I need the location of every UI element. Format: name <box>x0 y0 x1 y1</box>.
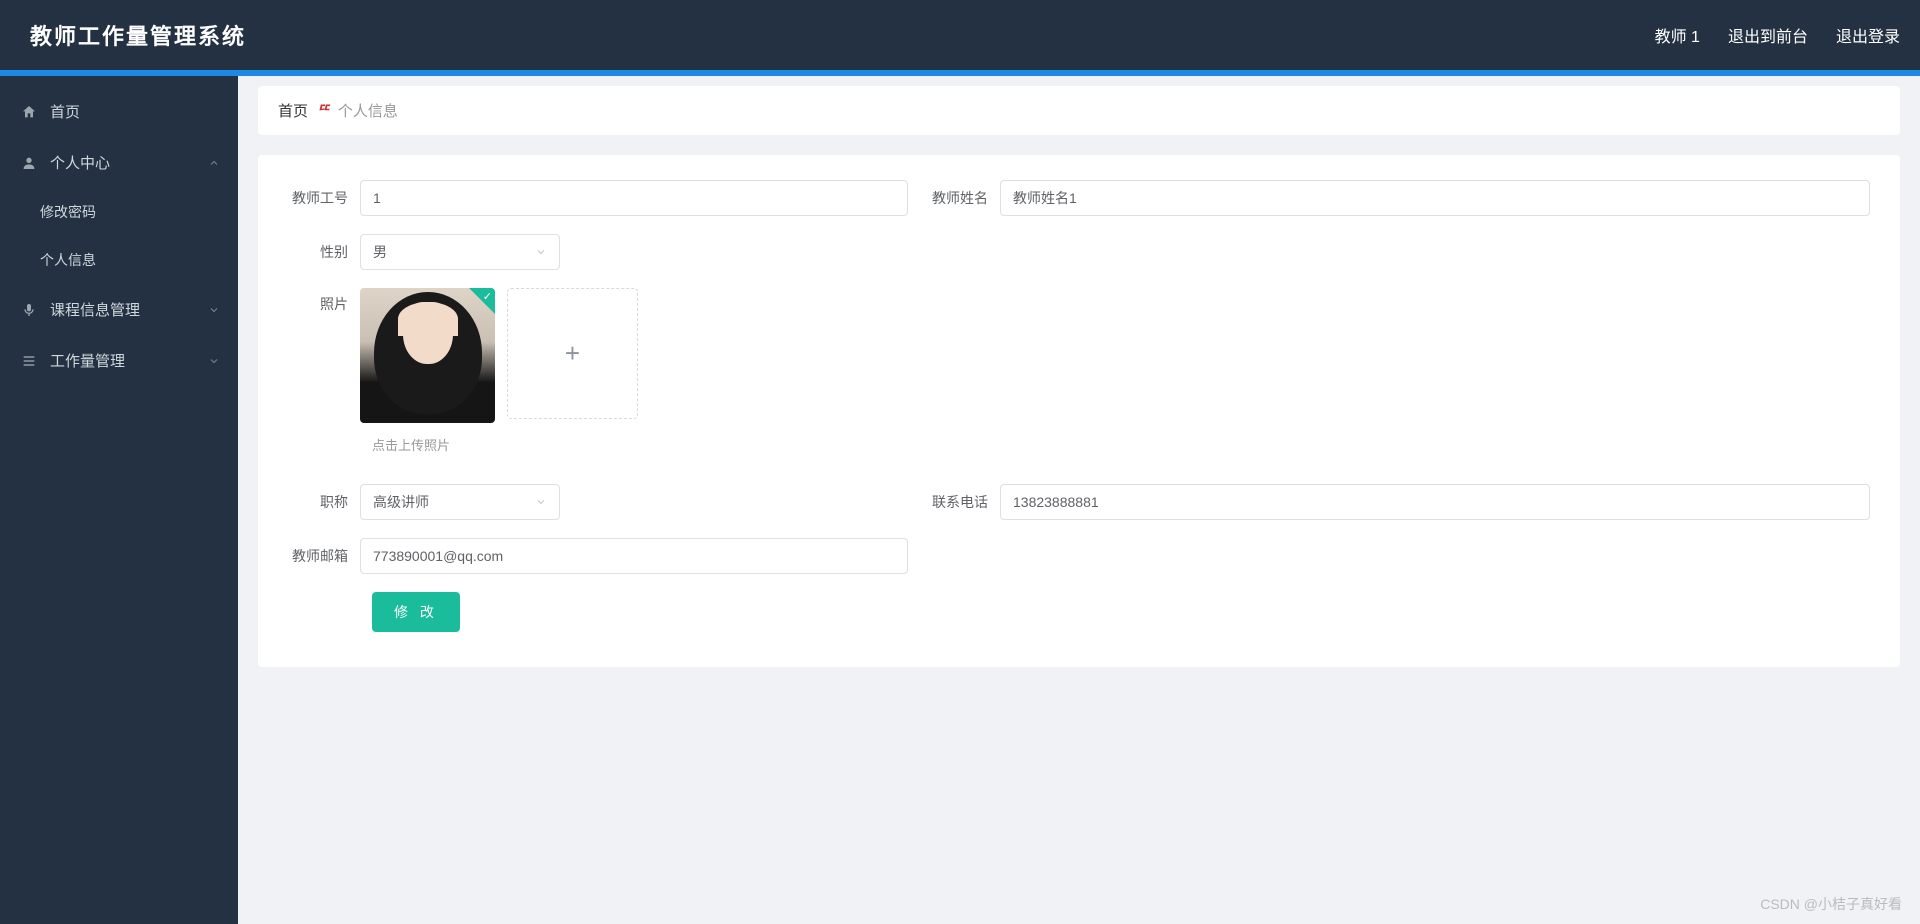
check-icon: ✓ <box>483 290 492 303</box>
sidebar-item-label: 工作量管理 <box>50 350 125 371</box>
form-panel: 教师工号 教师姓名 性别 男 <box>258 155 1900 667</box>
submit-button[interactable]: 修 改 <box>372 592 460 632</box>
home-icon <box>20 103 38 121</box>
header-user-label[interactable]: 教师 1 <box>1655 23 1700 47</box>
container: 首页 个人中心 修改密码 个人信息 课程信息管理 <box>0 76 1920 924</box>
breadcrumb-home[interactable]: 首页 <box>278 100 308 121</box>
sidebar-item-label: 首页 <box>50 101 80 122</box>
chevron-down-icon <box>208 304 220 316</box>
list-icon <box>20 352 38 370</box>
chevron-down-icon <box>208 355 220 367</box>
watermark: CSDN @小桔子真好看 <box>1760 894 1902 914</box>
phone-label: 联系电话 <box>928 492 1000 512</box>
plus-icon: + <box>565 338 580 369</box>
app-title: 教师工作量管理系统 <box>30 19 246 51</box>
logout-link[interactable]: 退出登录 <box>1836 23 1900 47</box>
gender-label: 性别 <box>288 242 360 262</box>
sidebar-subitem-change-password[interactable]: 修改密码 <box>0 188 238 236</box>
phone-input[interactable] <box>1000 484 1870 520</box>
sidebar-item-workload[interactable]: 工作量管理 <box>0 335 238 386</box>
sidebar-item-label: 修改密码 <box>40 202 96 222</box>
chevron-down-icon <box>535 246 547 258</box>
teacher-name-input[interactable] <box>1000 180 1870 216</box>
sidebar-item-label: 个人信息 <box>40 250 96 270</box>
sidebar-item-label: 个人中心 <box>50 152 110 173</box>
photo-thumbnail[interactable]: ✓ <box>360 288 495 423</box>
mic-icon <box>20 301 38 319</box>
chevron-up-icon <box>208 157 220 169</box>
header-right: 教师 1 退出到前台 退出登录 <box>1655 23 1900 47</box>
sidebar-subitem-personal-info[interactable]: 个人信息 <box>0 236 238 284</box>
teacher-id-input[interactable] <box>360 180 908 216</box>
title-select-value: 高级讲师 <box>373 492 429 512</box>
teacher-id-label: 教师工号 <box>288 188 360 208</box>
photo-upload-button[interactable]: + <box>507 288 638 419</box>
sidebar-item-home[interactable]: 首页 <box>0 86 238 137</box>
email-label: 教师邮箱 <box>288 546 360 566</box>
chevron-down-icon <box>535 496 547 508</box>
user-icon <box>20 154 38 172</box>
breadcrumb: 首页 ᄄ 个人信息 <box>258 86 1900 135</box>
main-content: 首页 ᄄ 个人信息 教师工号 教师姓名 性别 男 <box>238 76 1920 924</box>
photo-label: 照片 <box>288 294 360 314</box>
sidebar: 首页 个人中心 修改密码 个人信息 课程信息管理 <box>0 76 238 924</box>
gender-select[interactable]: 男 <box>360 234 560 270</box>
title-label: 职称 <box>288 492 360 512</box>
sidebar-item-courses[interactable]: 课程信息管理 <box>0 284 238 335</box>
breadcrumb-separator-icon: ᄄ <box>316 100 330 121</box>
gender-select-value: 男 <box>373 242 387 262</box>
email-input[interactable] <box>360 538 908 574</box>
breadcrumb-current: 个人信息 <box>338 100 398 121</box>
exit-frontend-link[interactable]: 退出到前台 <box>1728 23 1808 47</box>
title-select[interactable]: 高级讲师 <box>360 484 560 520</box>
header: 教师工作量管理系统 教师 1 退出到前台 退出登录 <box>0 0 1920 70</box>
sidebar-item-personal[interactable]: 个人中心 <box>0 137 238 188</box>
sidebar-item-label: 课程信息管理 <box>50 299 140 320</box>
teacher-name-label: 教师姓名 <box>928 188 1000 208</box>
photo-hint: 点击上传照片 <box>372 435 1870 454</box>
